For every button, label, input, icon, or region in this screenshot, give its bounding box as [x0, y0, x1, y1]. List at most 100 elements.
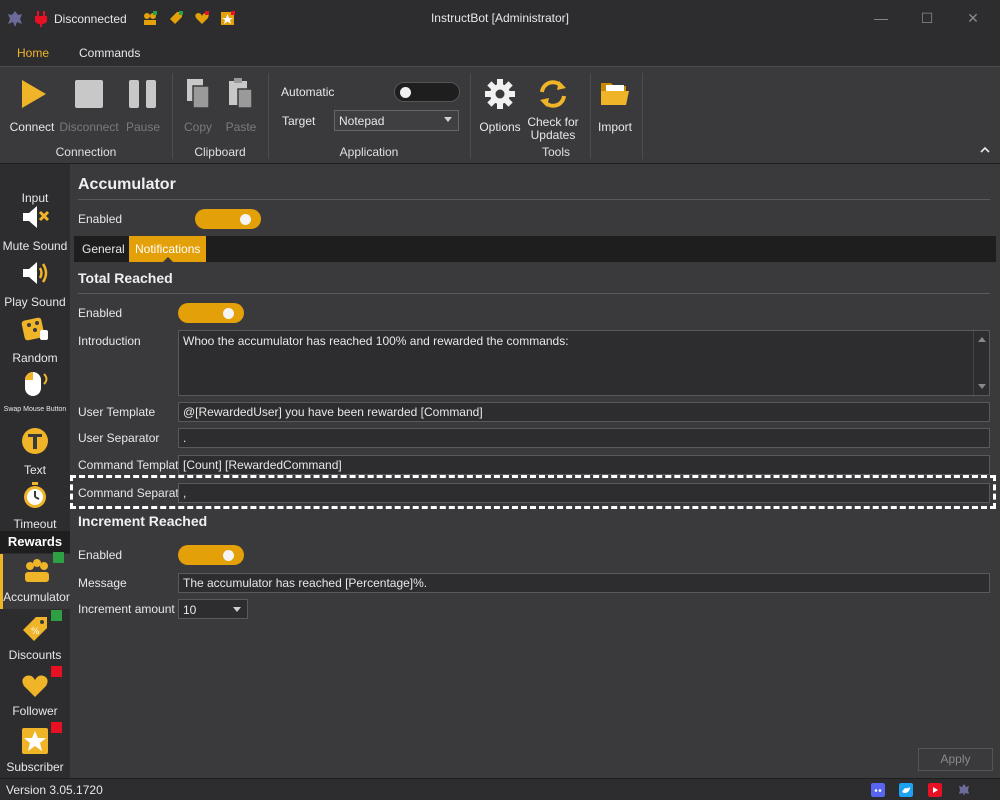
sidebar-item-timeout[interactable]: Timeout: [0, 480, 70, 531]
scroll-up-icon[interactable]: [978, 337, 986, 342]
tag-icon: %: [23, 617, 47, 641]
sidebar-item-label: Accumulator: [3, 590, 70, 604]
sidebar-item-follower[interactable]: Follower: [0, 666, 70, 718]
scroll-down-icon[interactable]: [978, 384, 986, 389]
sidebar-item-discounts[interactable]: % Discounts: [0, 610, 70, 662]
total-enabled-toggle[interactable]: [178, 303, 244, 323]
page-title: Accumulator: [78, 176, 176, 193]
import-label: Import: [597, 120, 632, 134]
sidebar-item-label: Follower: [12, 704, 58, 718]
people-icon: [24, 559, 49, 582]
discord-icon[interactable]: [871, 783, 885, 797]
twitter-icon[interactable]: [899, 783, 913, 797]
minimize-button[interactable]: —: [866, 6, 896, 30]
speaker-icon: [23, 262, 48, 284]
introduction-textarea[interactable]: Whoo the accumulator has reached 100% an…: [178, 330, 990, 396]
user-separator-field[interactable]: .: [178, 428, 990, 448]
stop-icon: [75, 80, 103, 108]
apply-button[interactable]: Apply: [918, 748, 993, 771]
tab-general[interactable]: General: [76, 236, 131, 262]
import-button[interactable]: Import: [585, 73, 645, 134]
sidebar-item-input[interactable]: Input: [0, 164, 70, 205]
mute-icon: [23, 206, 50, 228]
check-updates-line-2: Updates: [530, 128, 576, 142]
sidebar-item-subscriber[interactable]: Subscriber: [0, 722, 70, 774]
chevron-down-icon: [233, 607, 241, 612]
cursor-icon: [20, 164, 50, 184]
increment-amount-label: Increment amount: [78, 602, 175, 616]
tab-notifications[interactable]: Notifications: [129, 236, 207, 262]
youtube-icon[interactable]: [928, 783, 942, 797]
group-connection-label: Connection: [55, 145, 117, 159]
minimize-icon: —: [874, 10, 888, 26]
message-field[interactable]: The accumulator has reached [Percentage]…: [178, 573, 990, 593]
sidebar-item-label: Discounts: [8, 648, 62, 662]
folder-icon: [601, 83, 629, 105]
sidebar-item-random[interactable]: Random: [0, 314, 70, 365]
chevron-down-icon: [444, 117, 452, 122]
sidebar-item-mute-sound[interactable]: Mute Sound: [0, 202, 70, 253]
text-icon: [22, 428, 48, 454]
automatic-toggle[interactable]: [394, 82, 460, 102]
subscriber-icon-wrap: [20, 722, 62, 756]
copy-icon: [187, 79, 210, 109]
sidebar-item-play-sound[interactable]: Play Sound: [0, 258, 70, 309]
rewards-heading: Rewards: [0, 531, 70, 553]
enabled-toggle[interactable]: [195, 209, 261, 229]
window-title: InstructBot [Administrator]: [430, 11, 570, 25]
check-updates-button[interactable]: Check for Updates: [523, 73, 583, 142]
tab-commands[interactable]: Commands: [79, 46, 140, 60]
options-button[interactable]: Options: [470, 73, 530, 134]
sidebar-item-accumulator[interactable]: Accumulator: [0, 552, 70, 609]
follower-icon-wrap: [20, 666, 62, 700]
sidebar-item-label: Subscriber: [6, 760, 64, 774]
increment-enabled-label: Enabled: [78, 548, 123, 562]
disconnect-button[interactable]: Disconnect: [59, 73, 119, 134]
status-badge: [51, 666, 62, 677]
target-select[interactable]: Notepad: [334, 110, 459, 131]
automatic-label: Automatic: [281, 85, 335, 99]
increment-amount-select[interactable]: 10: [178, 599, 248, 619]
gear-icon: [485, 79, 515, 109]
increment-amount-value: 10: [183, 603, 197, 617]
enabled-label: Enabled: [78, 212, 123, 226]
menu-bar: Home Commands: [0, 38, 1000, 66]
app-logo-icon[interactable]: [957, 783, 971, 797]
command-template-label: Command Template: [78, 458, 186, 472]
pause-icon: [129, 80, 156, 108]
tab-home[interactable]: Home: [17, 46, 49, 60]
pause-button[interactable]: Pause: [113, 73, 173, 134]
ribbon: Connect Disconnect Pause Connection Copy…: [0, 66, 1000, 164]
main-panel: Accumulator Enabled General Notification…: [70, 164, 1000, 778]
group-application-label: Application: [339, 145, 399, 159]
total-reached-heading: Total Reached: [78, 270, 173, 286]
command-template-field[interactable]: [Count] [RewardedCommand]: [178, 455, 990, 475]
stopwatch-icon: [24, 482, 46, 508]
section-divider: [78, 293, 990, 294]
close-button[interactable]: ✕: [958, 6, 988, 30]
total-enabled-label: Enabled: [78, 306, 123, 320]
status-bar: Version 3.05.1720: [0, 778, 1000, 800]
connect-label: Connect: [9, 120, 55, 134]
status-badge: [51, 610, 62, 621]
discounts-icon-wrap: %: [20, 610, 62, 644]
disconnect-label: Disconnect: [59, 120, 119, 134]
chevron-up-icon[interactable]: [980, 145, 990, 155]
increment-enabled-toggle[interactable]: [178, 545, 244, 565]
focus-highlight: [70, 475, 996, 509]
sidebar-item-text[interactable]: Text: [0, 426, 70, 477]
connect-button[interactable]: Connect: [2, 73, 62, 134]
introduction-label: Introduction: [78, 334, 141, 348]
sidebar-item-label: Timeout: [13, 517, 57, 531]
sidebar-item-swap-mouse-button[interactable]: Swap Mouse Button: [0, 369, 70, 414]
user-template-field[interactable]: @[RewardedUser] you have been rewarded […: [178, 402, 990, 422]
dice-icon: [21, 317, 48, 341]
play-icon: [22, 80, 46, 108]
sidebar-item-label: Text: [23, 463, 46, 477]
introduction-scrollbar[interactable]: [973, 331, 989, 395]
maximize-button[interactable]: ☐: [912, 6, 942, 30]
paste-label: Paste: [225, 120, 257, 134]
title-bar: Disconnected InstructBot [Administrator]…: [0, 0, 1000, 38]
paste-button[interactable]: Paste: [211, 73, 271, 134]
refresh-icon: [540, 80, 566, 108]
